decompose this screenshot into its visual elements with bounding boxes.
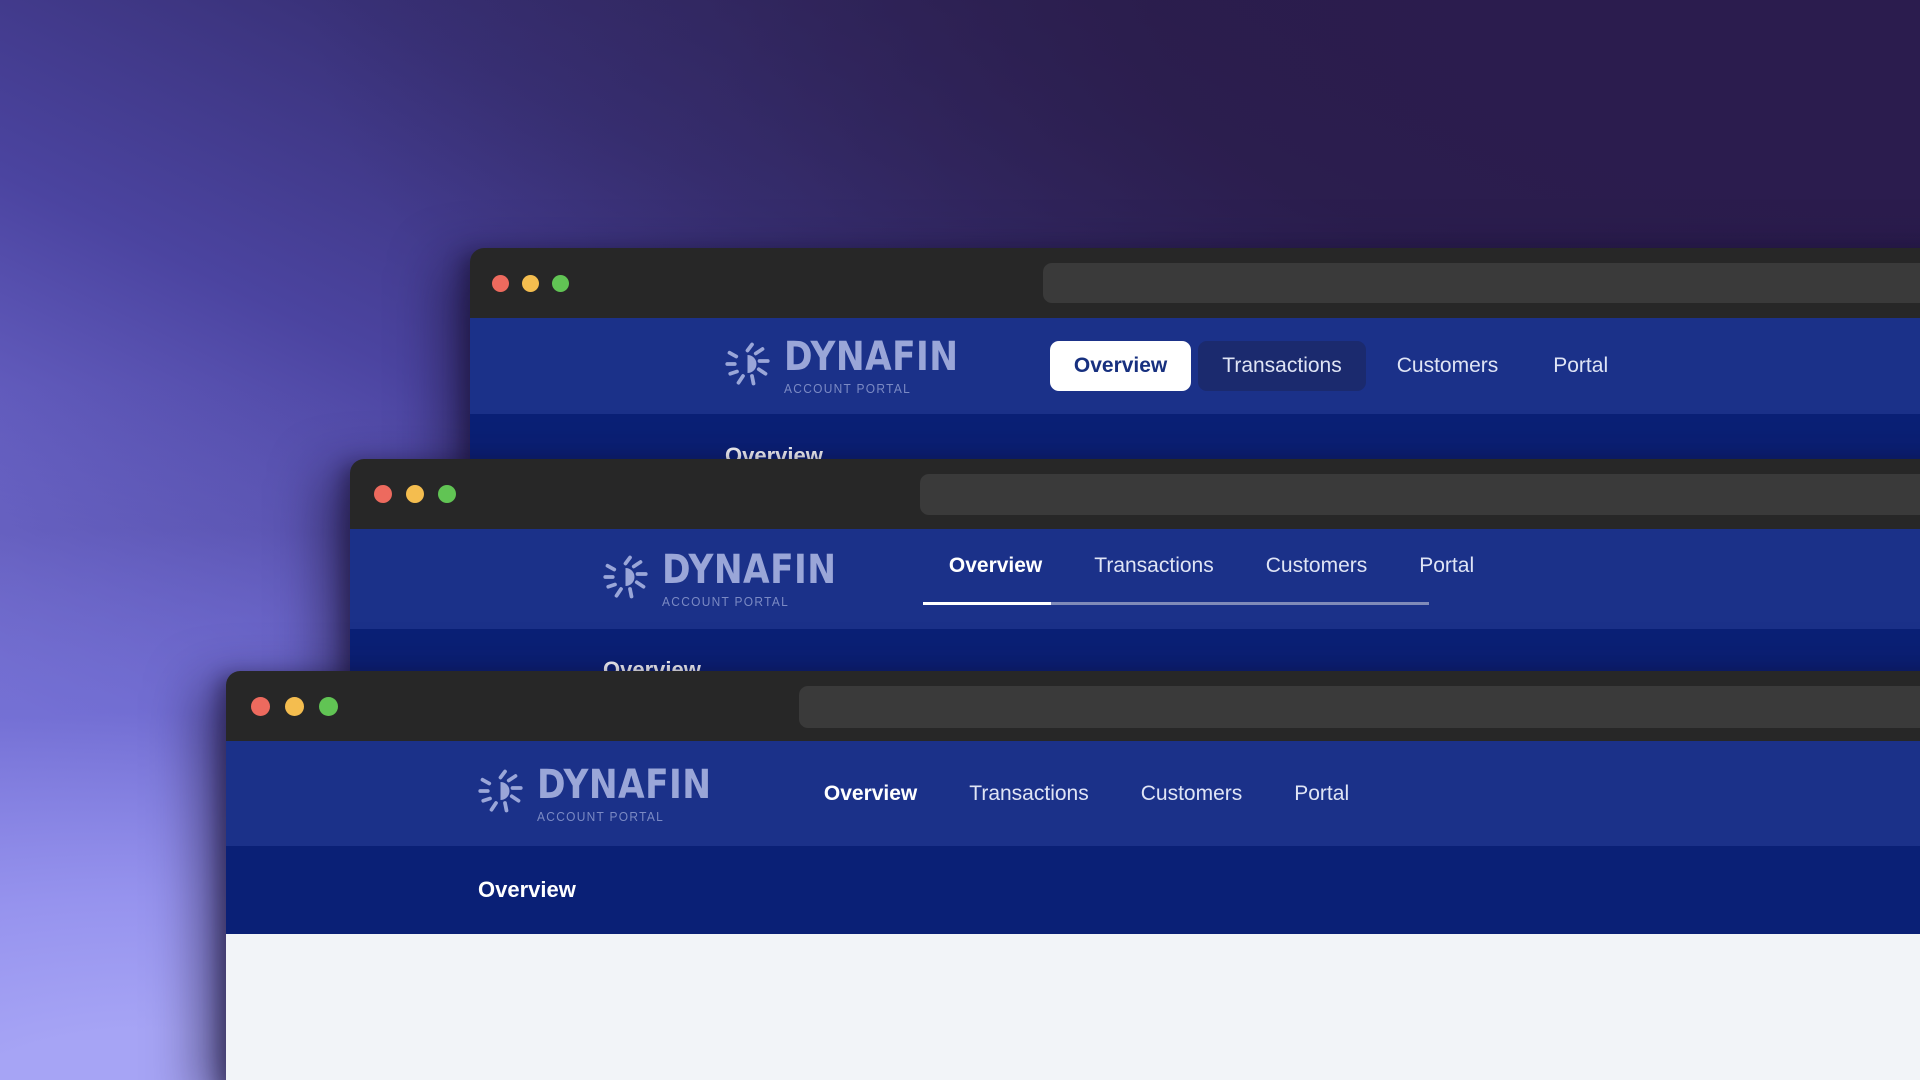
maximize-traffic-light-icon[interactable] — [319, 696, 338, 716]
breadcrumb-front: Overview — [478, 877, 576, 902]
brand-logo-middle[interactable]: DYNAFIN ACCOUNT PORTAL — [603, 550, 865, 608]
maximize-traffic-light-icon[interactable] — [438, 485, 456, 503]
titlebar-middle[interactable] — [350, 459, 1920, 529]
url-bar-front[interactable] — [799, 686, 1920, 728]
traffic-lights-middle[interactable] — [374, 485, 456, 503]
page-content-area-front — [226, 934, 1920, 1080]
nav-tab-portal-back[interactable]: Portal — [1529, 341, 1632, 391]
nav-tab-customers-back[interactable]: Customers — [1373, 341, 1523, 391]
main-nav-front[interactable]: Overview Transactions Customers Portal — [798, 782, 1375, 806]
breadcrumb-bar-front: Overview — [226, 846, 1920, 934]
titlebar-back[interactable] — [470, 248, 1920, 318]
nav-tab-portal-middle[interactable]: Portal — [1393, 554, 1500, 578]
app-header-middle: DYNAFIN ACCOUNT PORTAL Overview Transact… — [350, 529, 1920, 629]
nav-tab-transactions-back[interactable]: Transactions — [1198, 341, 1366, 391]
minimize-traffic-light-icon[interactable] — [285, 696, 304, 716]
brand-tagline-middle: ACCOUNT PORTAL — [662, 594, 790, 609]
sun-burst-logo-icon — [603, 553, 651, 606]
nav-underline-active-middle — [922, 602, 1051, 605]
main-nav-back[interactable]: Overview Transactions Customers Portal — [1049, 341, 1632, 391]
app-header-back: DYNAFIN ACCOUNT PORTAL Overview Transact… — [470, 318, 1920, 414]
brand-name-back: DYNAFIN — [784, 334, 959, 380]
traffic-lights-front[interactable] — [251, 696, 338, 716]
brand-logo-front[interactable]: DYNAFIN ACCOUNT PORTAL — [478, 765, 740, 823]
minimize-traffic-light-icon[interactable] — [406, 485, 424, 503]
maximize-traffic-light-icon[interactable] — [552, 274, 569, 292]
nav-tab-overview-front[interactable]: Overview — [798, 782, 943, 806]
close-traffic-light-icon[interactable] — [492, 274, 509, 292]
nav-tab-transactions-middle[interactable]: Transactions — [1068, 554, 1239, 578]
brand-wordmark-middle: DYNAFIN ACCOUNT PORTAL — [662, 550, 865, 608]
minimize-traffic-light-icon[interactable] — [522, 274, 539, 292]
url-bar-back[interactable] — [1043, 263, 1920, 303]
browser-window-front[interactable]: DYNAFIN ACCOUNT PORTAL Overview Transact… — [226, 671, 1920, 1080]
nav-tab-customers-middle[interactable]: Customers — [1240, 554, 1394, 578]
url-bar-middle[interactable] — [920, 474, 1920, 515]
nav-tab-overview-back[interactable]: Overview — [1049, 341, 1192, 391]
sun-burst-logo-icon — [725, 340, 773, 393]
desktop-background: DYNAFIN ACCOUNT PORTAL Overview Transact… — [0, 0, 1920, 1080]
sun-burst-logo-icon — [478, 767, 526, 820]
brand-logo-back[interactable]: DYNAFIN ACCOUNT PORTAL — [725, 337, 987, 395]
brand-tagline-front: ACCOUNT PORTAL — [537, 808, 665, 824]
nav-underline-track-middle — [922, 602, 1429, 605]
brand-name-middle: DYNAFIN — [662, 547, 837, 593]
traffic-lights-back[interactable] — [492, 274, 569, 292]
app-header-front: DYNAFIN ACCOUNT PORTAL Overview Transact… — [226, 741, 1920, 846]
brand-wordmark-front: DYNAFIN ACCOUNT PORTAL — [537, 765, 740, 823]
close-traffic-light-icon[interactable] — [251, 696, 270, 716]
brand-tagline-back: ACCOUNT PORTAL — [784, 381, 912, 396]
nav-tab-customers-front[interactable]: Customers — [1115, 782, 1269, 806]
nav-tab-overview-middle[interactable]: Overview — [923, 554, 1068, 578]
main-nav-middle[interactable]: Overview Transactions Customers Portal — [922, 529, 1500, 629]
brand-name-front: DYNAFIN — [537, 761, 712, 808]
titlebar-front[interactable] — [226, 671, 1920, 741]
close-traffic-light-icon[interactable] — [374, 485, 392, 503]
brand-wordmark-back: DYNAFIN ACCOUNT PORTAL — [784, 337, 987, 395]
nav-tab-transactions-front[interactable]: Transactions — [943, 782, 1114, 806]
nav-tab-portal-front[interactable]: Portal — [1268, 782, 1375, 806]
